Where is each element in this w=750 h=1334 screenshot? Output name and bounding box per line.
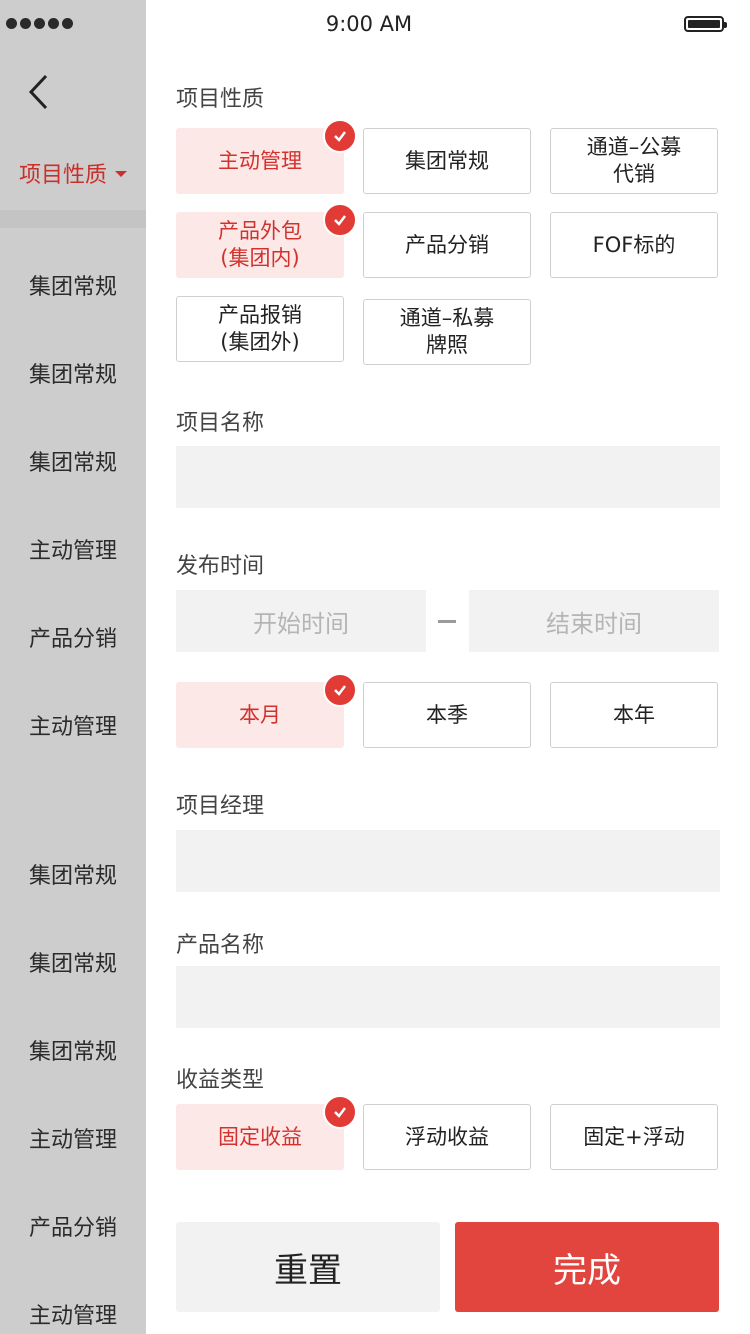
list-item[interactable]: 集团常规 bbox=[0, 854, 146, 894]
start-time-input[interactable]: 开始时间 bbox=[176, 590, 426, 652]
section-label-publish-time: 发布时间 bbox=[176, 554, 265, 579]
checkmark-icon bbox=[323, 1095, 357, 1129]
status-time: 9:00 AM bbox=[325, 12, 413, 36]
option-label: 本季 bbox=[426, 702, 468, 727]
option-label: 浮动收益 bbox=[405, 1124, 489, 1149]
list-item[interactable]: 集团常规 bbox=[0, 265, 146, 305]
option-nature-channel-public[interactable]: 通道–公募 代销 bbox=[550, 128, 718, 194]
option-time-this-quarter[interactable]: 本季 bbox=[363, 682, 531, 748]
list-item[interactable]: 产品分销 bbox=[0, 617, 146, 657]
list-item[interactable]: 集团常规 bbox=[0, 1030, 146, 1070]
section-label-nature: 项目性质 bbox=[176, 87, 265, 112]
project-name-input[interactable] bbox=[176, 446, 720, 508]
option-label: 固定+浮动 bbox=[583, 1124, 685, 1149]
option-label: 通道–公募 代销 bbox=[586, 135, 682, 186]
list-item[interactable]: 产品分销 bbox=[0, 1206, 146, 1246]
back-arrow-icon[interactable] bbox=[26, 72, 56, 112]
option-label: FOF标的 bbox=[592, 232, 676, 257]
checkmark-icon bbox=[323, 119, 357, 153]
option-label: 产品外包 (集团内) bbox=[218, 219, 302, 270]
list-item[interactable]: 主动管理 bbox=[0, 1118, 146, 1158]
section-label-income-type: 收益类型 bbox=[176, 1068, 265, 1093]
option-nature-channel-private[interactable]: 通道–私募 牌照 bbox=[363, 299, 531, 365]
option-label: 产品报销 (集团外) bbox=[218, 303, 302, 354]
list-item[interactable]: 集团常规 bbox=[0, 441, 146, 481]
section-label-manager: 项目经理 bbox=[176, 794, 265, 819]
start-time-placeholder: 开始时间 bbox=[253, 609, 349, 638]
done-button-label: 完成 bbox=[553, 1250, 621, 1291]
product-name-input[interactable] bbox=[176, 966, 720, 1028]
option-nature-fof-target[interactable]: FOF标的 bbox=[550, 212, 718, 278]
option-nature-outsourcing-internal[interactable]: 产品外包 (集团内) bbox=[176, 203, 357, 278]
option-time-this-month[interactable]: 本月 bbox=[176, 673, 357, 748]
reset-button-label: 重置 bbox=[274, 1250, 342, 1291]
option-nature-reimbursement-external[interactable]: 产品报销 (集团外) bbox=[176, 296, 344, 362]
category-tab-label: 项目性质 bbox=[18, 163, 107, 188]
manager-input[interactable] bbox=[176, 830, 720, 892]
end-time-placeholder: 结束时间 bbox=[546, 609, 642, 638]
option-income-fixed[interactable]: 固定收益 bbox=[176, 1095, 357, 1170]
option-label: 本月 bbox=[239, 702, 281, 727]
range-dash bbox=[438, 620, 456, 623]
option-income-fixed-plus-floating[interactable]: 固定+浮动 bbox=[550, 1104, 718, 1170]
checkmark-icon bbox=[323, 673, 357, 707]
list-item[interactable]: 主动管理 bbox=[0, 529, 146, 569]
option-label: 主动管理 bbox=[218, 148, 302, 173]
background-category-list: 项目性质 集团常规 集团常规 集团常规 主动管理 产品分销 主动管理 集团常规 … bbox=[0, 0, 146, 1334]
section-label-project-name: 项目名称 bbox=[176, 411, 265, 436]
signal-strength-icon bbox=[6, 18, 73, 29]
option-label: 集团常规 bbox=[405, 148, 489, 173]
option-label: 通道–私募 牌照 bbox=[399, 306, 495, 357]
reset-button[interactable]: 重置 bbox=[176, 1222, 440, 1312]
section-label-product-name: 产品名称 bbox=[176, 933, 265, 958]
done-button[interactable]: 完成 bbox=[455, 1222, 719, 1312]
option-nature-group-regular[interactable]: 集团常规 bbox=[363, 128, 531, 194]
divider bbox=[0, 210, 146, 228]
category-tab-nature[interactable]: 项目性质 bbox=[0, 132, 146, 214]
list-item[interactable]: 集团常规 bbox=[0, 942, 146, 982]
option-time-this-year[interactable]: 本年 bbox=[550, 682, 718, 748]
list-item[interactable]: 主动管理 bbox=[0, 705, 146, 745]
option-label: 产品分销 bbox=[405, 232, 489, 257]
filter-panel: 9:00 AM 项目性质 主动管理 集团常规 通道–公募 代销 产品外包 (集团内)… bbox=[146, 0, 750, 1334]
battery-icon bbox=[684, 16, 727, 32]
option-label: 本年 bbox=[613, 702, 655, 727]
option-nature-product-distribution[interactable]: 产品分销 bbox=[363, 212, 531, 278]
option-income-floating[interactable]: 浮动收益 bbox=[363, 1104, 531, 1170]
option-label: 固定收益 bbox=[218, 1124, 302, 1149]
list-item[interactable]: 集团常规 bbox=[0, 353, 146, 393]
checkmark-icon bbox=[323, 203, 357, 237]
caret-down-icon bbox=[115, 171, 127, 177]
option-nature-active-management[interactable]: 主动管理 bbox=[176, 119, 357, 194]
list-item[interactable]: 主动管理 bbox=[0, 1294, 146, 1334]
end-time-input[interactable]: 结束时间 bbox=[469, 590, 719, 652]
